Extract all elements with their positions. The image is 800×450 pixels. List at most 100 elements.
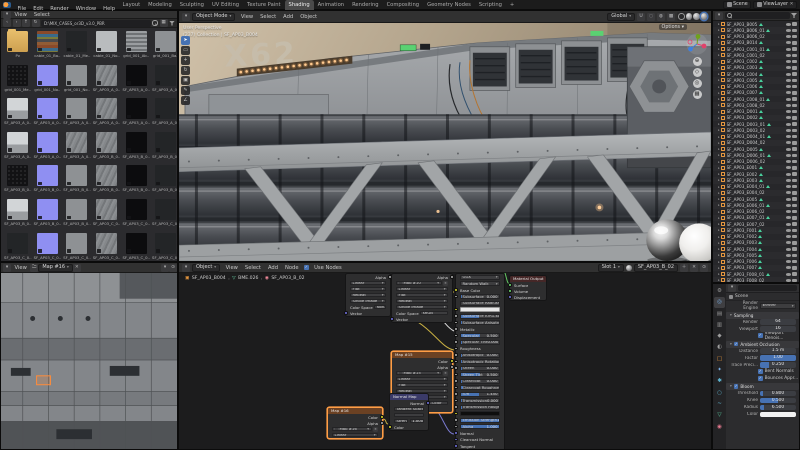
hide-viewport-icon[interactable] [786, 129, 791, 132]
node-dropdown[interactable]: Single Image▾ [396, 305, 448, 310]
file-item[interactable]: grid_001_Ab.. [121, 31, 151, 58]
editor-type-icon[interactable]: ▾ [182, 13, 190, 21]
disable-render-icon[interactable] [792, 166, 797, 170]
hide-viewport-icon[interactable] [786, 135, 791, 138]
property-value[interactable]: 0.250 [760, 362, 796, 368]
node-editor-content[interactable]: ▣ SF_AP03_B004› ▽ BME.026› ◉ SF_AP03_B_0… [179, 273, 711, 449]
pan-gizmo-icon[interactable]: ◇ [693, 68, 702, 77]
tab-scripting[interactable]: Scripting [475, 0, 506, 10]
expand-icon[interactable]: ▸ [718, 72, 720, 76]
properties-search-input[interactable] [738, 285, 797, 291]
rotate-tool[interactable]: ↻ [181, 66, 190, 75]
input-socket[interactable] [454, 314, 457, 317]
object-tab[interactable]: □ [714, 354, 725, 365]
node-slider[interactable]: Clearcoat0.000 [460, 379, 500, 384]
vp-menu-object[interactable]: Object [297, 14, 321, 20]
disable-render-icon[interactable] [792, 260, 797, 264]
file-item[interactable]: SF_AP03_C_0.. [121, 233, 151, 260]
modifiers-tab[interactable]: ✦ [714, 365, 725, 376]
node-dropdown[interactable]: GGX▾ [460, 275, 500, 280]
material-shading-icon[interactable] [693, 13, 700, 20]
editor-type-icon[interactable]: ▾ [3, 264, 11, 272]
expand-icon[interactable]: ▸ [718, 197, 720, 201]
hide-viewport-icon[interactable] [786, 160, 791, 163]
hide-viewport-icon[interactable] [786, 216, 791, 219]
expand-icon[interactable]: ▸ [718, 66, 720, 70]
overlays-icon[interactable]: ◍ [657, 13, 665, 21]
hide-viewport-icon[interactable] [786, 241, 791, 244]
expand-icon[interactable]: ▸ [718, 35, 720, 39]
node-slider[interactable]: Subsurface Anisotropy0.000 [460, 320, 500, 325]
image-name-field[interactable]: 🗀 Map #15▾ [396, 371, 442, 376]
node-slider[interactable]: Clearcoat Roughness0.030 [460, 385, 500, 390]
object-data-tab[interactable]: ▽ [714, 410, 725, 421]
image-texture-node[interactable]: Alpha🗀 Map #10▾✕Linear▾Flat▾Repeat▾Singl… [391, 273, 453, 323]
input-socket[interactable] [454, 334, 457, 337]
file-item[interactable]: SF_AP03_A_0.. [151, 65, 178, 92]
output-socket[interactable] [450, 365, 453, 368]
file-item[interactable]: cable_01_No.. [92, 31, 122, 58]
checkbox[interactable]: ✓ [758, 369, 763, 374]
disable-render-icon[interactable] [792, 222, 797, 226]
render-tab[interactable]: ◎ [714, 297, 725, 308]
disable-render-icon[interactable] [792, 254, 797, 258]
hide-viewport-icon[interactable] [786, 204, 791, 207]
unlink-image-icon[interactable]: ✕ [443, 281, 448, 286]
file-item[interactable]: SF_AP03_B_0.. [151, 132, 178, 159]
expand-icon[interactable]: ▸ [718, 210, 720, 214]
hide-viewport-icon[interactable] [786, 235, 791, 238]
strength-value-field[interactable]: 1.000 [410, 419, 424, 424]
input-socket[interactable] [454, 405, 457, 408]
expand-icon[interactable]: ▸ [718, 241, 720, 245]
outliner-display-mode-icon[interactable]: ▾ [715, 12, 723, 20]
input-socket[interactable] [454, 392, 457, 395]
disable-render-icon[interactable] [792, 172, 797, 176]
disable-render-icon[interactable] [792, 235, 797, 239]
input-socket[interactable] [344, 311, 347, 314]
disable-render-icon[interactable] [792, 97, 797, 101]
node-dropdown[interactable]: Flat▾ [350, 287, 386, 292]
proportional-edit-icon[interactable]: ◌ [647, 13, 655, 21]
uvmap-field[interactable] [394, 413, 424, 418]
scene-selector[interactable]: Scene [723, 1, 751, 9]
file-item[interactable]: grid_001_Ba.. [151, 31, 178, 58]
input-socket[interactable] [454, 418, 457, 421]
expand-icon[interactable]: ▸ [718, 278, 720, 282]
node-dropdown[interactable]: Flat▾ [396, 383, 448, 388]
disable-render-icon[interactable] [792, 279, 797, 283]
outliner-search-input[interactable] [725, 12, 790, 19]
filter-icon[interactable] [169, 21, 175, 26]
file-item[interactable]: SF_AP03_C_0.. [92, 233, 122, 260]
hide-viewport-icon[interactable] [786, 29, 791, 32]
world-tab[interactable]: ◐ [714, 342, 725, 353]
disable-render-icon[interactable] [792, 141, 797, 145]
hide-viewport-icon[interactable] [786, 35, 791, 38]
select-tool[interactable]: ➤ [181, 36, 190, 45]
node-dropdown[interactable]: Subsurface Radius▾ [460, 301, 500, 306]
input-socket[interactable] [454, 444, 457, 447]
pin-icon[interactable]: ⊙ [169, 264, 177, 272]
expand-icon[interactable]: ▸ [718, 191, 720, 195]
hide-viewport-icon[interactable] [786, 54, 791, 57]
input-socket[interactable] [454, 431, 457, 434]
panel-checkbox[interactable]: ✓ [734, 384, 739, 389]
file-item[interactable]: SF_AP03_A_0.. [33, 132, 63, 159]
file-item[interactable]: SF_AP03_A_0.. [33, 98, 63, 125]
panel-header-ambient-occlusion[interactable]: ▾✓Ambient Occlusion [726, 341, 799, 348]
disable-render-icon[interactable] [792, 135, 797, 139]
image-texture-node[interactable]: Map #16ColorAlpha🗀 Map #16▾✕Linear▾ [327, 407, 383, 439]
vp-menu-add[interactable]: Add [280, 14, 297, 20]
input-socket[interactable] [508, 295, 511, 298]
expand-icon[interactable]: ▸ [718, 272, 720, 276]
property-value[interactable]: 0.500 [760, 398, 796, 404]
property-value[interactable]: 64 [760, 319, 796, 325]
expand-icon[interactable]: ▸ [718, 122, 720, 126]
input-socket[interactable] [454, 399, 457, 402]
file-item[interactable]: SF_AP03_B_0.. [33, 165, 63, 192]
hide-viewport-icon[interactable] [786, 229, 791, 232]
move-tool[interactable]: + [181, 56, 190, 65]
hide-viewport-icon[interactable] [786, 173, 791, 176]
pin-icon[interactable]: ⊙ [700, 264, 708, 272]
output-tab[interactable]: ▤ [714, 309, 725, 320]
expand-icon[interactable]: ▸ [718, 22, 720, 26]
